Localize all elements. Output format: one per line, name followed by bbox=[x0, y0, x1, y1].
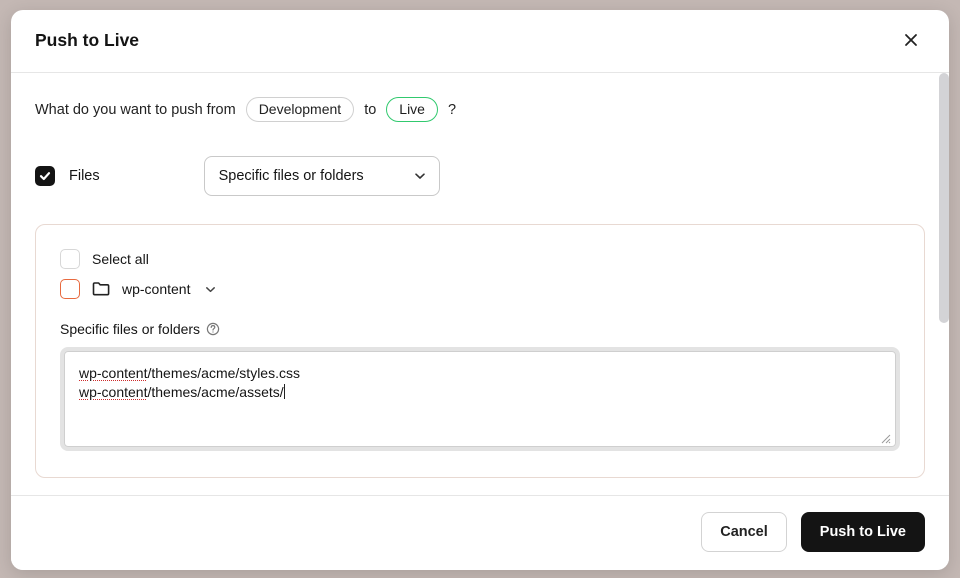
specific-files-label: Specific files or folders bbox=[60, 321, 200, 337]
specific-files-label-row: Specific files or folders bbox=[60, 321, 900, 337]
textarea-line2-rest: /themes/acme/assets/ bbox=[147, 384, 283, 400]
prompt-prefix: What do you want to push from bbox=[35, 102, 236, 118]
files-scope-select[interactable]: Specific files or folders bbox=[204, 156, 440, 196]
close-icon bbox=[903, 32, 919, 48]
select-all-checkbox[interactable] bbox=[60, 249, 80, 269]
wp-content-checkbox[interactable] bbox=[60, 279, 80, 299]
push-to-live-button[interactable]: Push to Live bbox=[801, 512, 925, 552]
modal-title: Push to Live bbox=[35, 30, 139, 51]
scrollbar[interactable] bbox=[939, 73, 949, 323]
text-caret bbox=[284, 384, 285, 399]
files-row: Files Specific files or folders bbox=[35, 156, 925, 196]
files-panel: Select all wp-content Specific files or … bbox=[35, 224, 925, 478]
chevron-down-icon bbox=[413, 169, 427, 183]
select-all-label: Select all bbox=[92, 251, 149, 267]
push-to-live-modal: Push to Live What do you want to push fr… bbox=[11, 10, 949, 570]
textarea-line: wp-content/themes/acme/styles.css bbox=[79, 364, 881, 383]
modal-footer: Cancel Push to Live bbox=[11, 495, 949, 570]
check-icon bbox=[39, 170, 51, 182]
cancel-button[interactable]: Cancel bbox=[701, 512, 787, 552]
textarea-line: wp-content/themes/acme/assets/ bbox=[79, 383, 881, 402]
env-to-pill: Live bbox=[386, 97, 438, 122]
select-all-row: Select all bbox=[60, 249, 900, 269]
resize-handle[interactable] bbox=[880, 431, 892, 443]
specific-files-textarea[interactable]: wp-content/themes/acme/styles.css wp-con… bbox=[64, 351, 896, 447]
files-checkbox[interactable] bbox=[35, 166, 55, 186]
textarea-line1-wave: wp-content bbox=[79, 365, 147, 381]
env-from-pill: Development bbox=[246, 97, 355, 122]
textarea-line1-rest: /themes/acme/styles.css bbox=[147, 365, 300, 381]
tree-row-wp-content: wp-content bbox=[60, 279, 900, 299]
modal-body: What do you want to push from Developmen… bbox=[11, 73, 949, 495]
prompt-suffix: ? bbox=[448, 102, 456, 118]
push-prompt: What do you want to push from Developmen… bbox=[35, 97, 925, 122]
tree-folder-label[interactable]: wp-content bbox=[122, 281, 190, 297]
expand-toggle[interactable] bbox=[204, 283, 217, 296]
modal-header: Push to Live bbox=[11, 10, 949, 73]
chevron-down-icon bbox=[204, 283, 217, 296]
close-button[interactable] bbox=[897, 26, 925, 54]
files-label: Files bbox=[69, 168, 100, 184]
textarea-line2-wave: wp-content bbox=[79, 384, 147, 400]
help-icon[interactable] bbox=[206, 322, 220, 336]
prompt-to: to bbox=[364, 102, 376, 118]
files-scope-value: Specific files or folders bbox=[219, 168, 364, 184]
folder-icon bbox=[92, 281, 110, 297]
files-scope-select-wrap: Specific files or folders bbox=[204, 156, 440, 196]
specific-files-textarea-wrap: wp-content/themes/acme/styles.css wp-con… bbox=[60, 347, 900, 451]
